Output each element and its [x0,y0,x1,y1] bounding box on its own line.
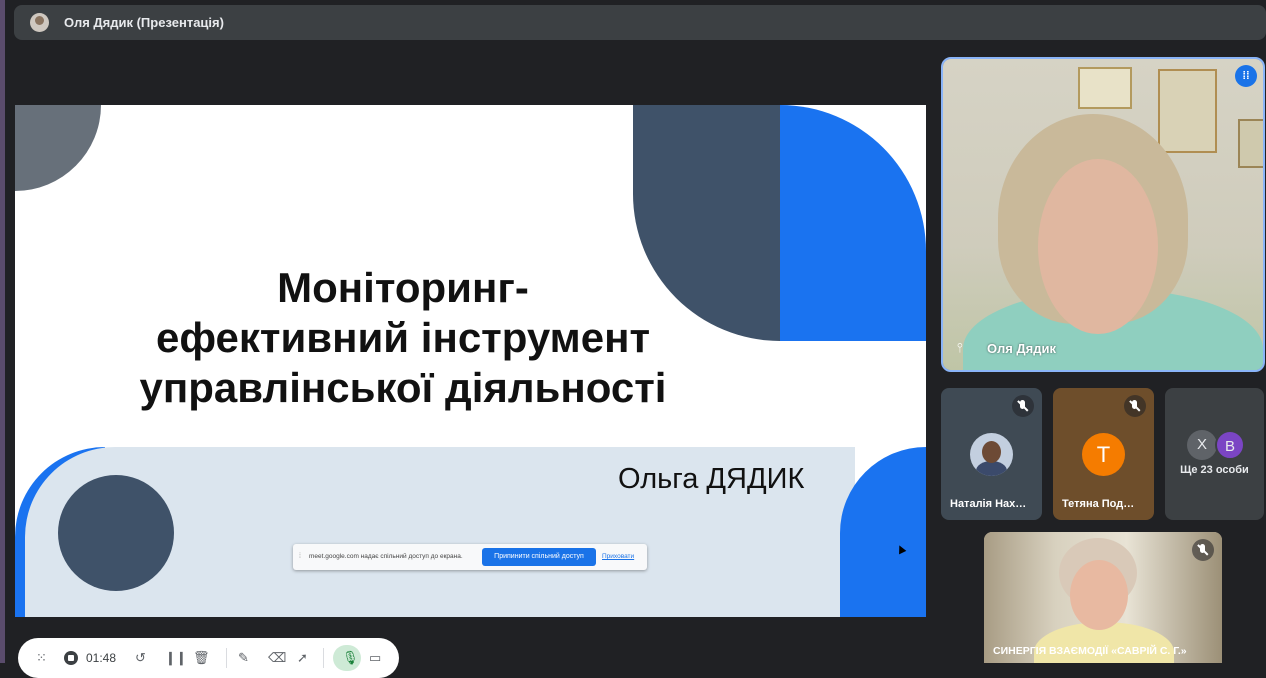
participant-name: Тетяна Под… [1062,498,1135,510]
participant-name: СИНЕРГІЯ ВЗАЄМОДІЇ «САВРІЙ С. Г.» [993,645,1187,657]
slide-decor-leaf-blue [780,105,926,341]
avatar: Т [1082,433,1125,476]
pen-icon[interactable]: ✎ [238,650,249,666]
share-message: meet.google.com надає спільний доступ до… [309,553,463,560]
participant-tile-main[interactable]: ⁞⁞ ⫯ Оля Дядик [941,57,1265,372]
presenting-icon: ⫯ [957,340,963,355]
recorder-toolbar: ⁙ 01:48 ↺ ❙❙ 🗑 ✎ ⌫ ➚ 🎙 ▭ [18,638,399,678]
slide-decor-circle-bottom [58,475,174,591]
participant-tile[interactable]: Наталія Нах… [941,388,1042,520]
toolbar-divider [323,648,324,668]
speaking-indicator-icon: ⁞⁞ [1235,65,1257,87]
avatar: В [1215,430,1245,460]
stop-sharing-button[interactable]: Припинити спільний доступ [482,548,596,566]
microphone-icon: 🎙 [342,650,359,665]
slide-title-line-2: ефективний інструмент [155,314,651,361]
slide-title-line-3: управлінської діяльності [139,364,667,411]
participant-tile[interactable]: Т Тетяна Под… [1053,388,1154,520]
slide-author: Ольга ДЯДИК [618,463,805,495]
eraser-icon[interactable]: ⌫ [268,650,286,666]
toolbar-divider [226,648,227,668]
drag-handle-icon[interactable]: ⁙ [36,650,47,666]
trash-icon[interactable]: 🗑 [193,650,210,666]
avatar [970,433,1013,476]
mic-off-icon [1012,395,1034,417]
participant-name: Наталія Нах… [950,498,1027,510]
hide-share-bar-link[interactable]: Приховати [602,553,634,560]
presentation-header: Оля Дядик (Презентація) [14,5,1266,40]
window-edge [0,0,5,663]
more-participants-tile[interactable]: Х В Ще 23 особи [1165,388,1264,520]
presenter-avatar [30,13,49,32]
participant-name: Оля Дядик [987,341,1056,356]
drag-handle-icon[interactable]: ⁞ [299,553,301,560]
pause-icon[interactable]: ❙❙ [165,650,187,666]
restart-icon[interactable]: ↺ [135,650,146,666]
wall-frame [1238,119,1263,168]
slide-decor-circle-top [15,105,101,191]
slide-title-line-1: Моніторинг- [277,264,529,311]
avatar: Х [1187,430,1217,460]
pointer-icon[interactable]: ➚ [297,650,308,666]
video-person-face [1070,560,1128,630]
mic-off-icon [1192,539,1214,561]
camera-icon[interactable]: ▭ [369,650,381,666]
shared-slide: Моніторинг- ефективний інструмент управл… [15,105,926,617]
presentation-title: Оля Дядик (Презентація) [64,15,224,30]
more-participants-label: Ще 23 особи [1180,464,1249,476]
wall-frame [1158,69,1217,153]
video-person-face [1038,159,1158,334]
screen-share-bar: ⁞ meet.google.com надає спільний доступ … [293,544,647,570]
mic-off-icon [1124,395,1146,417]
wall-frame [1078,67,1132,109]
participant-tile[interactable]: СИНЕРГІЯ ВЗАЄМОДІЇ «САВРІЙ С. Г.» [984,532,1222,663]
